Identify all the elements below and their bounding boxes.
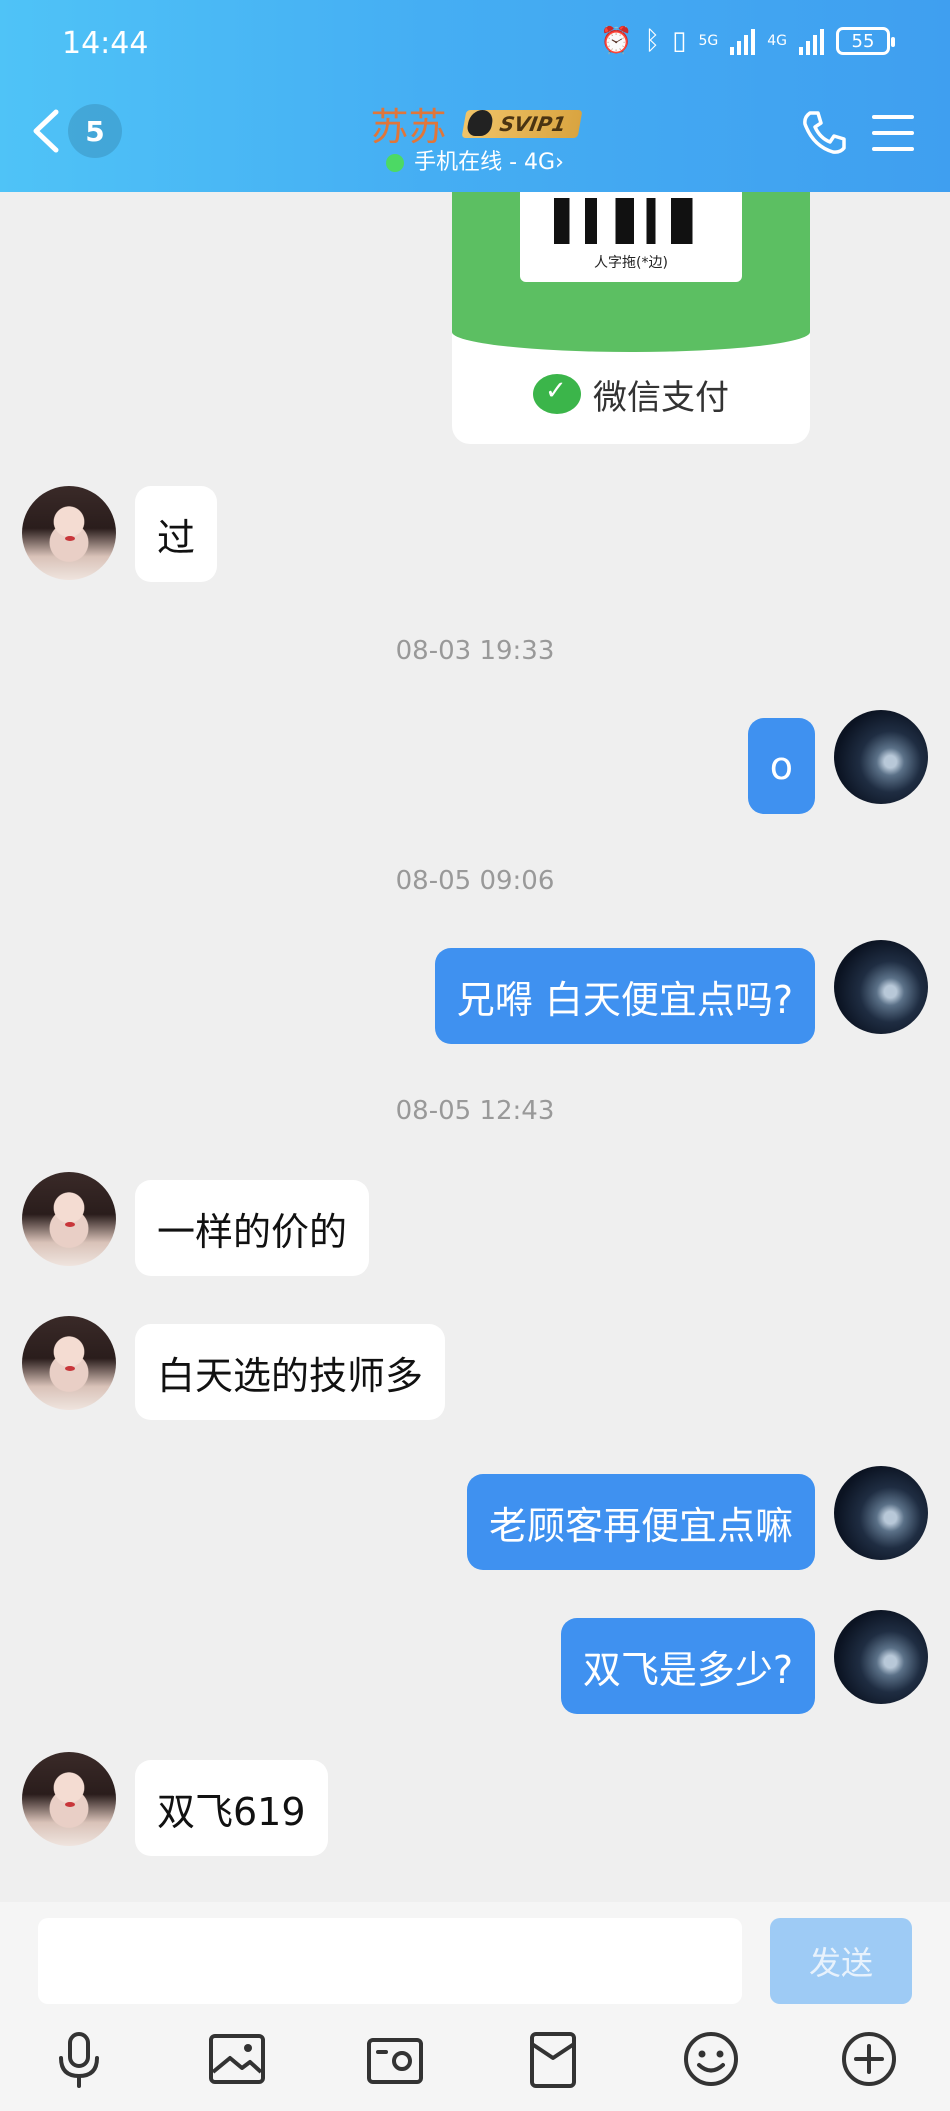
wechat-pay-card[interactable]: 人字拖(*边) 微信支付 [452, 192, 810, 444]
composer-bar: 发送 [0, 1902, 950, 2008]
message-bubble-incoming[interactable]: 双飞619 [135, 1760, 328, 1856]
pay-label-row: 微信支付 [452, 364, 810, 424]
message-bubble-incoming[interactable]: 一样的价的 [135, 1180, 370, 1276]
self-avatar[interactable] [834, 1610, 928, 1704]
battery-icon: 55 [836, 27, 895, 55]
wechat-pay-icon [533, 374, 581, 414]
signal-icon-2 [799, 27, 824, 55]
bluetooth-icon: ᛒ [644, 26, 661, 56]
menu-icon[interactable] [872, 112, 914, 154]
network-b-label: 4G [767, 33, 787, 49]
timestamp: 08-05 12:43 [395, 1096, 555, 1126]
send-button[interactable]: 发送 [770, 1918, 912, 2004]
plus-icon[interactable] [838, 2028, 900, 2090]
status-icons: ⏰ ᛒ ▯ 5G 4G 55 [600, 26, 895, 56]
self-avatar[interactable] [834, 940, 928, 1034]
presence-text: 手机在线 - 4G [414, 150, 556, 175]
composer-toolbar [0, 2008, 950, 2111]
qr-code-image [554, 198, 708, 244]
contact-avatar[interactable] [22, 1752, 116, 1846]
chevron-right-icon: › [555, 150, 564, 175]
pay-label: 微信支付 [593, 377, 729, 418]
self-avatar[interactable] [834, 710, 928, 804]
network-a-label: 5G [698, 33, 719, 49]
contact-name: 苏苏 [370, 105, 447, 149]
message-bubble-outgoing[interactable]: 兄嘚 白天便宜点吗? [434, 948, 815, 1044]
vibrate-icon: ▯ [672, 26, 687, 56]
svip-badge: SVIP1 [461, 109, 582, 138]
contact-avatar[interactable] [22, 1172, 116, 1266]
contact-avatar[interactable] [22, 486, 116, 580]
message-bubble-outgoing[interactable]: 老顾客再便宜点嘛 [466, 1474, 815, 1570]
message-bubble-outgoing[interactable]: 双飞是多少? [560, 1618, 815, 1714]
message-bubble-incoming[interactable]: 白天选的技师多 [135, 1324, 446, 1420]
message-bubble-outgoing[interactable]: o [747, 718, 815, 814]
qr-caption: 人字拖(*边) [594, 255, 668, 271]
red-packet-icon[interactable] [522, 2028, 584, 2090]
timestamp: 08-05 09:06 [395, 866, 555, 896]
timestamp: 08-03 19:33 [395, 636, 555, 666]
microphone-icon[interactable] [48, 2028, 110, 2090]
alarm-icon: ⏰ [600, 26, 633, 56]
image-icon[interactable] [206, 2028, 268, 2090]
contact-avatar[interactable] [22, 1316, 116, 1410]
online-dot-icon [386, 154, 405, 172]
camera-icon[interactable] [364, 2028, 426, 2090]
message-bubble-incoming[interactable]: 过 [135, 486, 218, 582]
qr-code-panel: 人字拖(*边) [520, 192, 742, 282]
self-avatar[interactable] [834, 1466, 928, 1560]
emoji-icon[interactable] [680, 2028, 742, 2090]
signal-icon [730, 27, 756, 55]
status-time: 14:44 [62, 26, 149, 61]
message-input[interactable] [38, 1918, 742, 2004]
message-list[interactable]: 人字拖(*边) 微信支付 过 08-03 19:33 o 08-05 09:06… [0, 192, 950, 1902]
chat-header: 14:44 ⏰ ᛒ ▯ 5G 4G 55 5 苏苏 SVIP1 手机在线 - 4… [0, 0, 950, 192]
phone-call-icon[interactable] [800, 108, 848, 156]
